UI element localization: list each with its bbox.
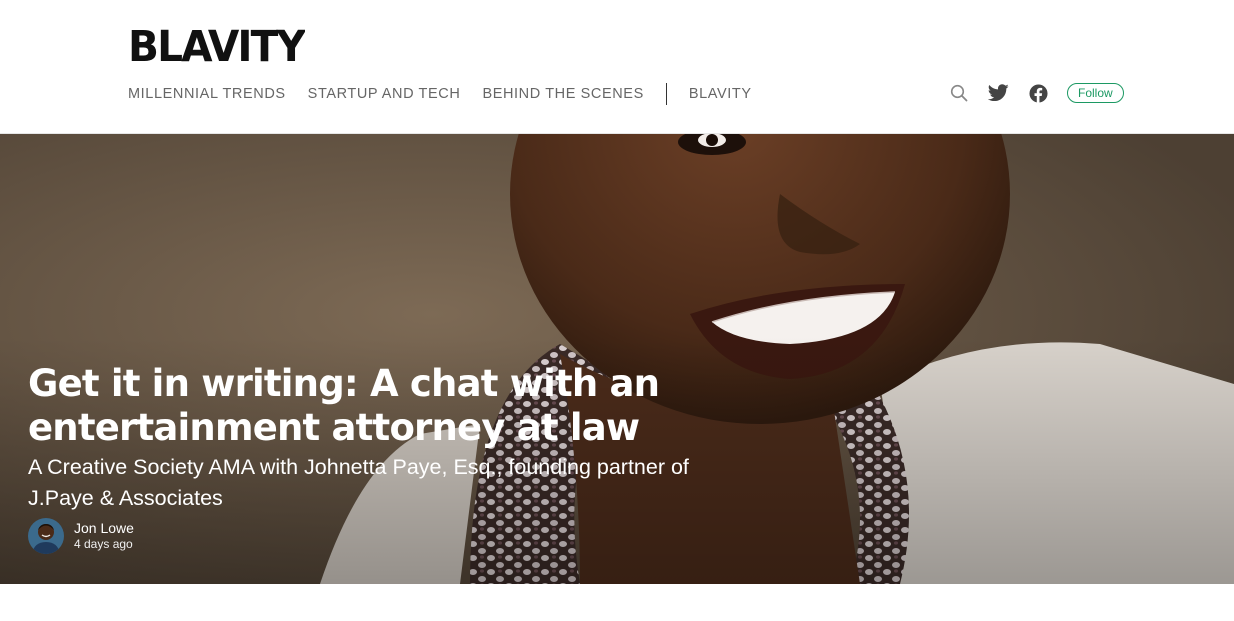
nav-item-millennial-trends[interactable]: MILLENNIAL TRENDS <box>128 86 286 102</box>
facebook-icon[interactable] <box>1028 81 1048 105</box>
logo-wordmark: BLAVITY <box>128 26 305 63</box>
author-info: Jon Lowe 4 days ago <box>74 520 134 552</box>
hero-banner: Get it in writing: A chat with an entert… <box>0 134 1234 584</box>
twitter-icon[interactable] <box>987 81 1009 105</box>
article-byline: Jon Lowe 4 days ago <box>28 518 134 554</box>
article-title[interactable]: Get it in writing: A chat with an entert… <box>28 362 708 450</box>
main-nav: MILLENNIAL TRENDS STARTUP AND TECH BEHIN… <box>128 83 774 105</box>
header-actions: Follow <box>948 81 1124 105</box>
nav-divider <box>665 83 667 105</box>
search-icon[interactable] <box>948 81 970 105</box>
follow-button[interactable]: Follow <box>1067 83 1124 103</box>
article-subtitle: A Creative Society AMA with Johnetta Pay… <box>28 455 689 510</box>
site-header: BLAVITY MILLENNIAL TRENDS STARTUP AND TE… <box>0 0 1234 134</box>
author-name[interactable]: Jon Lowe <box>74 520 134 537</box>
nav-item-behind-the-scenes[interactable]: BEHIND THE SCENES <box>482 86 643 102</box>
hero-overlay <box>0 134 1234 584</box>
author-avatar[interactable] <box>28 518 64 554</box>
nav-item-startup-and-tech[interactable]: STARTUP AND TECH <box>308 86 461 102</box>
blavity-logo[interactable]: BLAVITY <box>128 26 305 63</box>
nav-item-blavity[interactable]: BLAVITY <box>689 86 752 102</box>
post-timestamp: 4 days ago <box>74 537 133 551</box>
